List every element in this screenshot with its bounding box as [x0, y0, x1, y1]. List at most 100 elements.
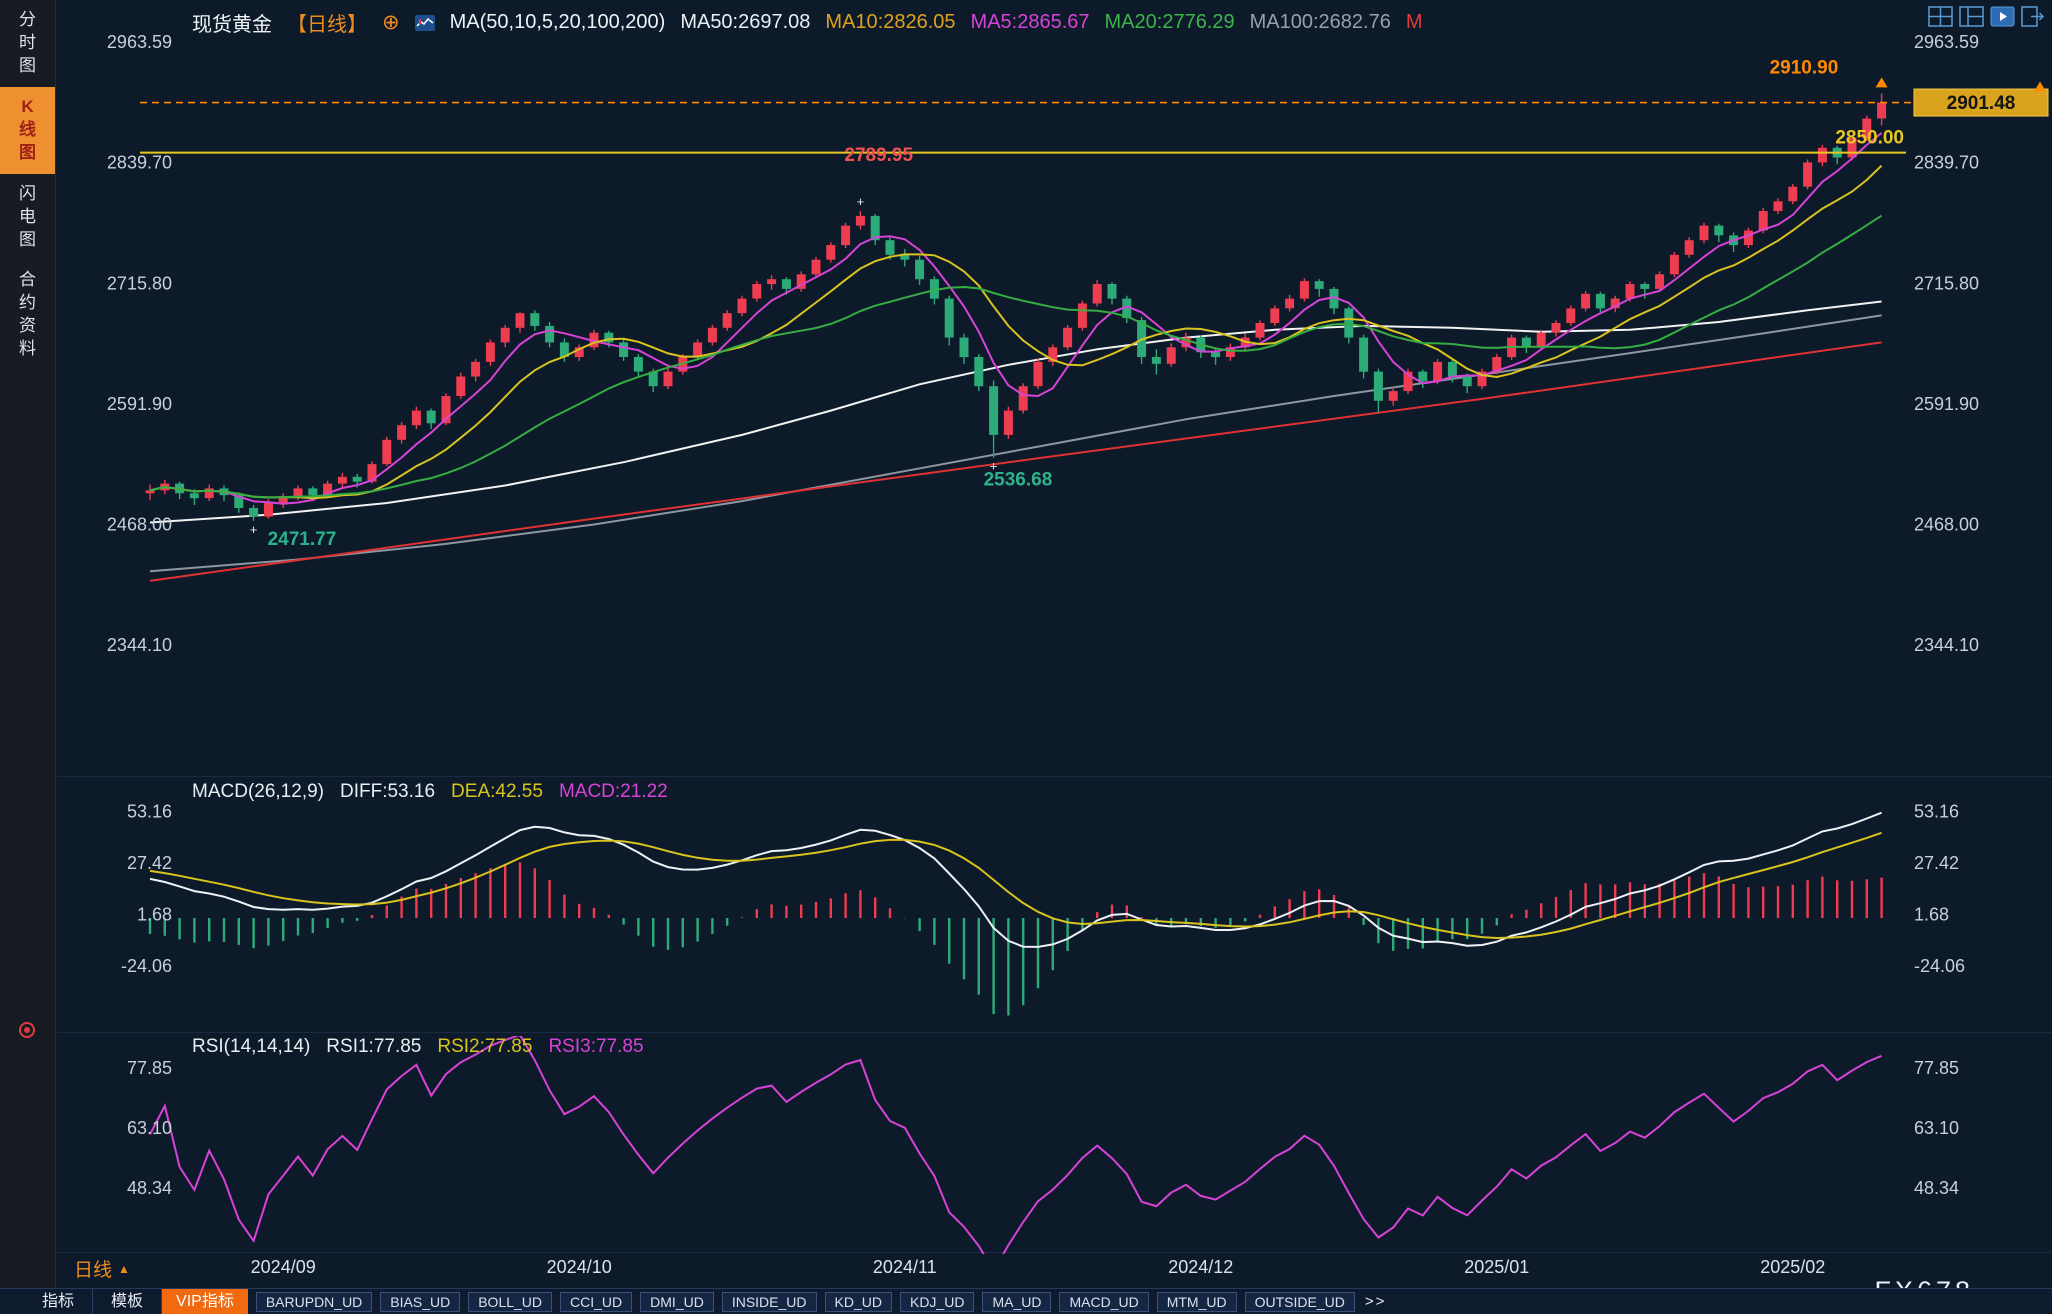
- high-marker-icon: [1876, 77, 1888, 87]
- toolbar-item-dmi-ud[interactable]: DMI_UD: [640, 1292, 714, 1312]
- rsi1-value: RSI1:77.85: [326, 1036, 421, 1058]
- extreme-marker: +: [857, 194, 865, 209]
- timeframe-selector[interactable]: 日线 ▲: [74, 1255, 130, 1282]
- y-axis-label-left: 2344.10: [107, 635, 172, 655]
- macd-params: MACD(26,12,9): [192, 781, 324, 803]
- layout-split-icon[interactable]: [1959, 6, 1984, 27]
- toolbar-item-1[interactable]: 模板: [93, 1289, 162, 1314]
- ma10-value: MA10:2826.05: [825, 11, 955, 34]
- window-export-icon[interactable]: [2021, 6, 2046, 27]
- ma-param-group: MA(50,10,5,20,100,200): [450, 11, 666, 34]
- sidebar-tab-timeshare-chart[interactable]: 分时图: [0, 0, 55, 87]
- sidebar-tab-lightning-chart[interactable]: 闪电图: [0, 174, 55, 261]
- rsi-axis-label-right: 48.34: [1914, 1178, 1959, 1198]
- toolbar-item-boll-ud[interactable]: BOLL_UD: [468, 1292, 552, 1312]
- x-axis-label: 2024/11: [873, 1257, 937, 1277]
- toolbar-item-barupdn-ud[interactable]: BARUPDN_UD: [256, 1292, 372, 1312]
- toolbar-item-kdj-ud[interactable]: KDJ_UD: [900, 1292, 974, 1312]
- indicator-toolbar: 指标模板VIP指标 BARUPDN_UD BIAS_UD BOLL_UD CCI_UD D…: [0, 1288, 2052, 1314]
- macd-header: MACD(26,12,9) DIFF:53.16 DEA:42.55 MACD:…: [192, 781, 668, 803]
- macd-pane: [150, 813, 1882, 1016]
- rsi-params: RSI(14,14,14): [192, 1036, 310, 1058]
- rsi3-value: RSI3:77.85: [548, 1036, 643, 1058]
- macd-axis-label-right: 1.68: [1914, 905, 1949, 925]
- left-sidebar: 分时图 K线图 闪电图 合约资料: [0, 0, 56, 1288]
- sidebar-tab-label: 分时图: [19, 9, 37, 78]
- chart-canvas[interactable]: 2850.002901.482910.902789.95+2536.68+247…: [0, 0, 2052, 1314]
- sidebar-tab-kline-chart[interactable]: K线图: [0, 87, 55, 174]
- ma10-line: [150, 166, 1882, 499]
- ma20-value: MA20:2776.29: [1105, 11, 1235, 34]
- y-axis-label-right: 2468.00: [1914, 514, 1979, 534]
- ma5-line: [150, 133, 1882, 504]
- macd-dea-value: DEA:42.55: [451, 781, 543, 803]
- rsi2-value: RSI2:77.85: [437, 1036, 532, 1058]
- rsi-axis-label-right: 77.85: [1914, 1058, 1959, 1078]
- price-annotation: 2910.90: [1770, 57, 1839, 78]
- rsi-axis-label-left: 77.85: [127, 1058, 172, 1078]
- macd-axis-label-left: 1.68: [137, 905, 172, 925]
- toolbar-item-mtm-ud[interactable]: MTM_UD: [1157, 1292, 1237, 1312]
- y-axis-label-left: 2963.59: [107, 32, 172, 52]
- sidebar-tab-label: 闪电图: [19, 183, 37, 252]
- mini-kline-icon[interactable]: [415, 15, 435, 31]
- y-axis-label-left: 2839.70: [107, 153, 172, 173]
- macd-axis-label-right: -24.06: [1914, 956, 1965, 976]
- x-axis-label: 2025/01: [1464, 1257, 1529, 1277]
- extreme-marker: +: [990, 459, 998, 474]
- toolbar-item-macd-ud[interactable]: MACD_UD: [1059, 1292, 1148, 1312]
- trading-app-window: 2850.002901.482910.902789.95+2536.68+247…: [0, 0, 2052, 1314]
- extreme-marker: +: [250, 522, 258, 537]
- macd-axis-label-left: 53.16: [127, 802, 172, 822]
- playback-icon[interactable]: [1990, 6, 2015, 27]
- x-axis-label: 2025/02: [1760, 1257, 1825, 1277]
- macd-axis-label-left: -24.06: [121, 956, 172, 976]
- rsi-axis-label-left: 63.10: [127, 1118, 172, 1138]
- add-indicator-icon[interactable]: ⊕: [382, 12, 400, 33]
- alert-price-label: 2850.00: [1835, 128, 1904, 149]
- toolbar-item-0[interactable]: 指标: [24, 1289, 93, 1314]
- indicator-settings-icon[interactable]: [19, 1022, 35, 1038]
- toolbar-item-ma-ud[interactable]: MA_UD: [982, 1292, 1051, 1312]
- macd-axis-label-right: 27.42: [1914, 853, 1959, 873]
- toolbar-item-bias-ud[interactable]: BIAS_UD: [380, 1292, 460, 1312]
- y-axis-label-right: 2715.80: [1914, 273, 1979, 293]
- rsi-header: RSI(14,14,14) RSI1:77.85 RSI2:77.85 RSI3…: [192, 1036, 644, 1058]
- toolbar-item-vip[interactable]: VIP指标: [162, 1289, 248, 1314]
- chart-header: 现货黄金 【日线】 ⊕ MA(50,10,5,20,100,200) MA50:…: [192, 8, 1423, 37]
- x-axis-label: 2024/10: [547, 1257, 612, 1277]
- ma100-value: MA100:2682.76: [1250, 11, 1391, 34]
- macd-axis-label-right: 53.16: [1914, 802, 1959, 822]
- ma20-line: [150, 216, 1882, 498]
- candlestick-series: [146, 93, 1887, 520]
- ma5-value: MA5:2865.67: [971, 11, 1090, 34]
- ma50-value: MA50:2697.08: [680, 11, 810, 34]
- price-pane: [146, 93, 1887, 581]
- rsi-axis-label-right: 63.10: [1914, 1118, 1959, 1138]
- timeframe-label: 日线: [74, 1255, 112, 1282]
- toolbar-item-outside-ud[interactable]: OUTSIDE_UD: [1245, 1292, 1355, 1312]
- toolbar-item-kd-ud[interactable]: KD_UD: [825, 1292, 892, 1312]
- symbol-name: 现货黄金: [192, 8, 272, 37]
- rsi-line: [150, 1035, 1882, 1271]
- period-tag: 【日线】: [287, 8, 367, 37]
- price-up-arrow-icon: [2034, 82, 2046, 92]
- macd-diff-value: DIFF:53.16: [340, 781, 435, 803]
- y-axis-label-right: 2963.59: [1914, 32, 1979, 52]
- chevron-up-icon: ▲: [118, 1262, 130, 1276]
- toolbar-item-cci-ud[interactable]: CCI_UD: [560, 1292, 632, 1312]
- layout-grid-icon[interactable]: [1928, 6, 1953, 27]
- macd-axis-label-left: 27.42: [127, 853, 172, 873]
- price-annotation: 2471.77: [268, 529, 337, 550]
- macd-diff-line: [150, 813, 1882, 947]
- last-price-label: 2901.48: [1947, 93, 2016, 114]
- rsi-pane: [150, 1035, 1882, 1271]
- toolbar-more-button[interactable]: >>: [1365, 1293, 1387, 1310]
- y-axis-label-left: 2591.90: [107, 394, 172, 414]
- toolbar-item-inside-ud[interactable]: INSIDE_UD: [722, 1292, 817, 1312]
- price-annotation: 2789.95: [844, 145, 913, 166]
- macd-hist-value: MACD:21.22: [559, 781, 668, 803]
- y-axis-label-right: 2344.10: [1914, 635, 1979, 655]
- sidebar-tab-contract-info[interactable]: 合约资料: [0, 260, 55, 370]
- sidebar-tab-label: K线图: [19, 96, 37, 165]
